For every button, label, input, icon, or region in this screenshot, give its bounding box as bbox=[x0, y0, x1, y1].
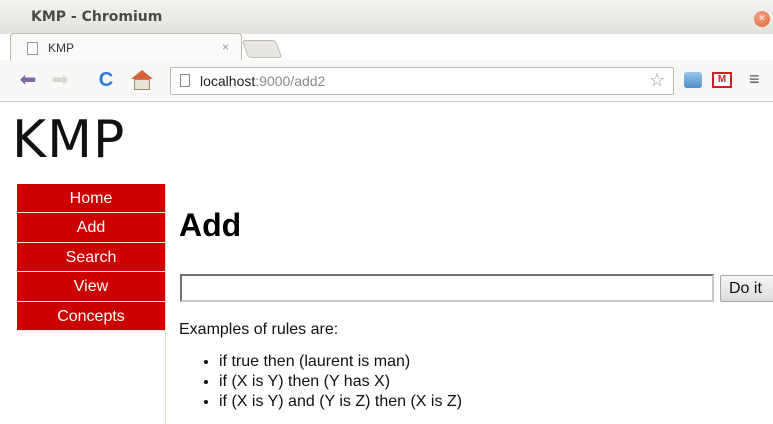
tab-label: KMP bbox=[48, 41, 75, 55]
home-icon[interactable] bbox=[130, 69, 154, 91]
example-rule: if true then (laurent is man) bbox=[219, 352, 462, 372]
do-it-button[interactable]: Do it bbox=[720, 275, 773, 302]
browser-toolbar: ⬅ ➡ C localhost:9000/add2 ☆ M ≡ bbox=[0, 60, 773, 102]
window-titlebar: KMP - Chromium × bbox=[0, 0, 773, 34]
back-arrow-icon[interactable]: ⬅ bbox=[16, 69, 40, 91]
star-icon[interactable]: ☆ bbox=[649, 70, 665, 91]
nav-item-home[interactable]: Home bbox=[17, 184, 165, 214]
content-divider bbox=[165, 184, 166, 424]
window-close-button[interactable]: × bbox=[754, 11, 770, 27]
url-host: localhost bbox=[200, 73, 256, 89]
url-text: localhost:9000/add2 bbox=[200, 73, 325, 89]
url-path: :9000/add2 bbox=[255, 73, 326, 89]
examples-intro: Examples of rules are: bbox=[179, 321, 339, 338]
nav-item-concepts[interactable]: Concepts bbox=[17, 301, 165, 331]
browser-tab[interactable]: KMP × bbox=[10, 33, 242, 61]
sidebar-nav: Home Add Search View Concepts bbox=[17, 184, 165, 331]
window-title: KMP - Chromium bbox=[31, 9, 163, 25]
address-bar[interactable]: localhost:9000/add2 ☆ bbox=[170, 67, 674, 95]
examples-list: if true then (laurent is man) if (X is Y… bbox=[179, 352, 462, 412]
gmail-icon[interactable]: M bbox=[712, 72, 732, 88]
example-rule: if (X is Y) and (Y is Z) then (X is Z) bbox=[219, 392, 462, 412]
tab-close-icon[interactable]: × bbox=[222, 40, 229, 54]
new-tab-button[interactable] bbox=[241, 40, 283, 58]
nav-item-search[interactable]: Search bbox=[17, 242, 165, 273]
page-title: Add bbox=[179, 207, 242, 243]
page-icon bbox=[180, 74, 190, 87]
site-logo: KMP bbox=[12, 110, 126, 170]
page-icon bbox=[27, 42, 38, 55]
extension-icon[interactable] bbox=[684, 72, 702, 88]
home-roof bbox=[131, 70, 153, 79]
menu-icon[interactable]: ≡ bbox=[749, 69, 760, 90]
forward-arrow-icon[interactable]: ➡ bbox=[48, 69, 72, 91]
rule-input[interactable] bbox=[180, 274, 714, 302]
home-body bbox=[134, 79, 150, 90]
reload-icon[interactable]: C bbox=[94, 69, 118, 91]
example-rule: if (X is Y) then (Y has X) bbox=[219, 372, 462, 392]
nav-item-add[interactable]: Add bbox=[17, 213, 165, 243]
nav-item-view[interactable]: View bbox=[17, 272, 165, 302]
